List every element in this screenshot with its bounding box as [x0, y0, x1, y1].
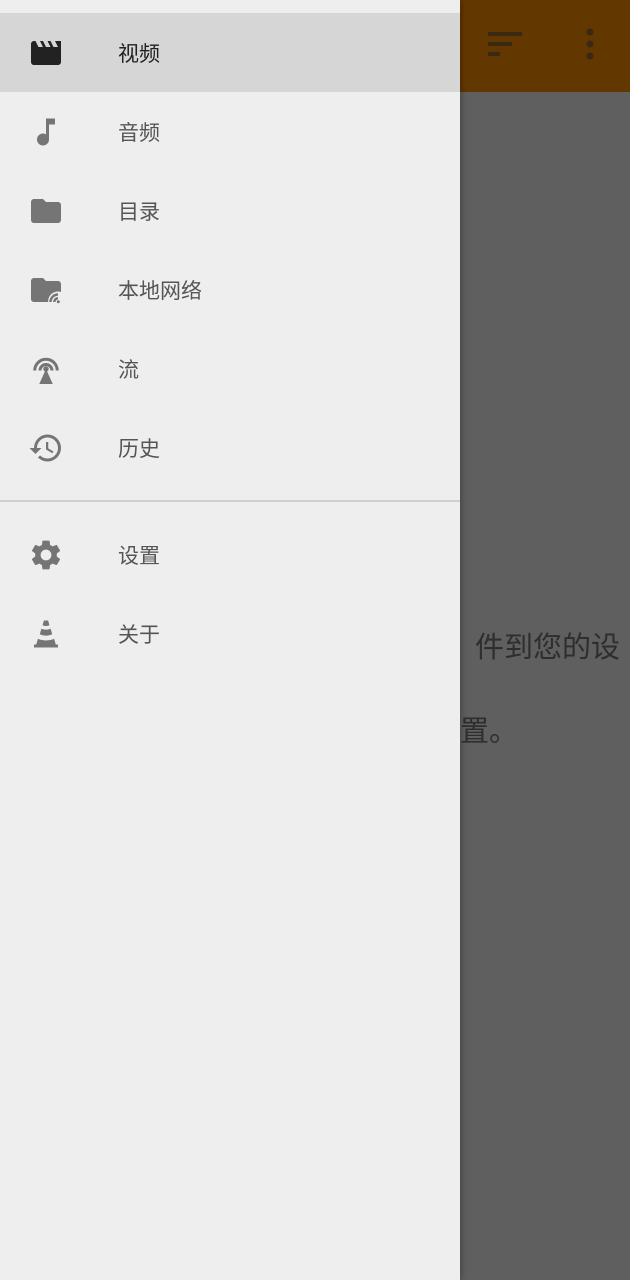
network-folder-icon	[0, 250, 92, 329]
nav-item-local-network[interactable]: 本地网络	[0, 250, 460, 329]
nav-item-label: 本地网络	[118, 278, 202, 303]
sort-button[interactable]	[476, 16, 536, 76]
nav-item-directories[interactable]: 目录	[0, 171, 460, 250]
drawer-divider	[0, 500, 460, 502]
nav-item-label: 音频	[118, 120, 160, 145]
nav-item-label: 目录	[118, 199, 160, 224]
nav-item-label: 设置	[118, 543, 160, 568]
sort-icon	[486, 29, 526, 63]
stream-antenna-icon	[0, 329, 92, 408]
nav-item-label: 关于	[118, 622, 160, 647]
video-clapper-icon	[0, 13, 92, 92]
folder-icon	[0, 171, 92, 250]
music-note-icon	[0, 92, 92, 171]
nav-item-history[interactable]: 历史	[0, 408, 460, 487]
screen: 件到您的设 置。 视频 音频 目录 本地网络 流 历史 设置 关于	[0, 0, 630, 1280]
app-bar-actions	[476, 0, 630, 92]
more-vert-icon	[585, 28, 595, 64]
navigation-drawer: 视频 音频 目录 本地网络 流 历史 设置 关于	[0, 0, 460, 1280]
nav-item-about[interactable]: 关于	[0, 594, 460, 673]
nav-item-video[interactable]: 视频	[0, 13, 460, 92]
drawer-top-gap	[0, 0, 460, 13]
gear-icon	[0, 515, 92, 594]
vlc-cone-icon	[0, 594, 92, 673]
nav-item-label: 流	[118, 357, 139, 382]
nav-item-label: 历史	[118, 436, 160, 461]
nav-item-settings[interactable]: 设置	[0, 515, 460, 594]
more-options-button[interactable]	[560, 16, 620, 76]
history-icon	[0, 408, 92, 487]
nav-item-audio[interactable]: 音频	[0, 92, 460, 171]
nav-item-stream[interactable]: 流	[0, 329, 460, 408]
nav-item-label: 视频	[118, 41, 160, 66]
